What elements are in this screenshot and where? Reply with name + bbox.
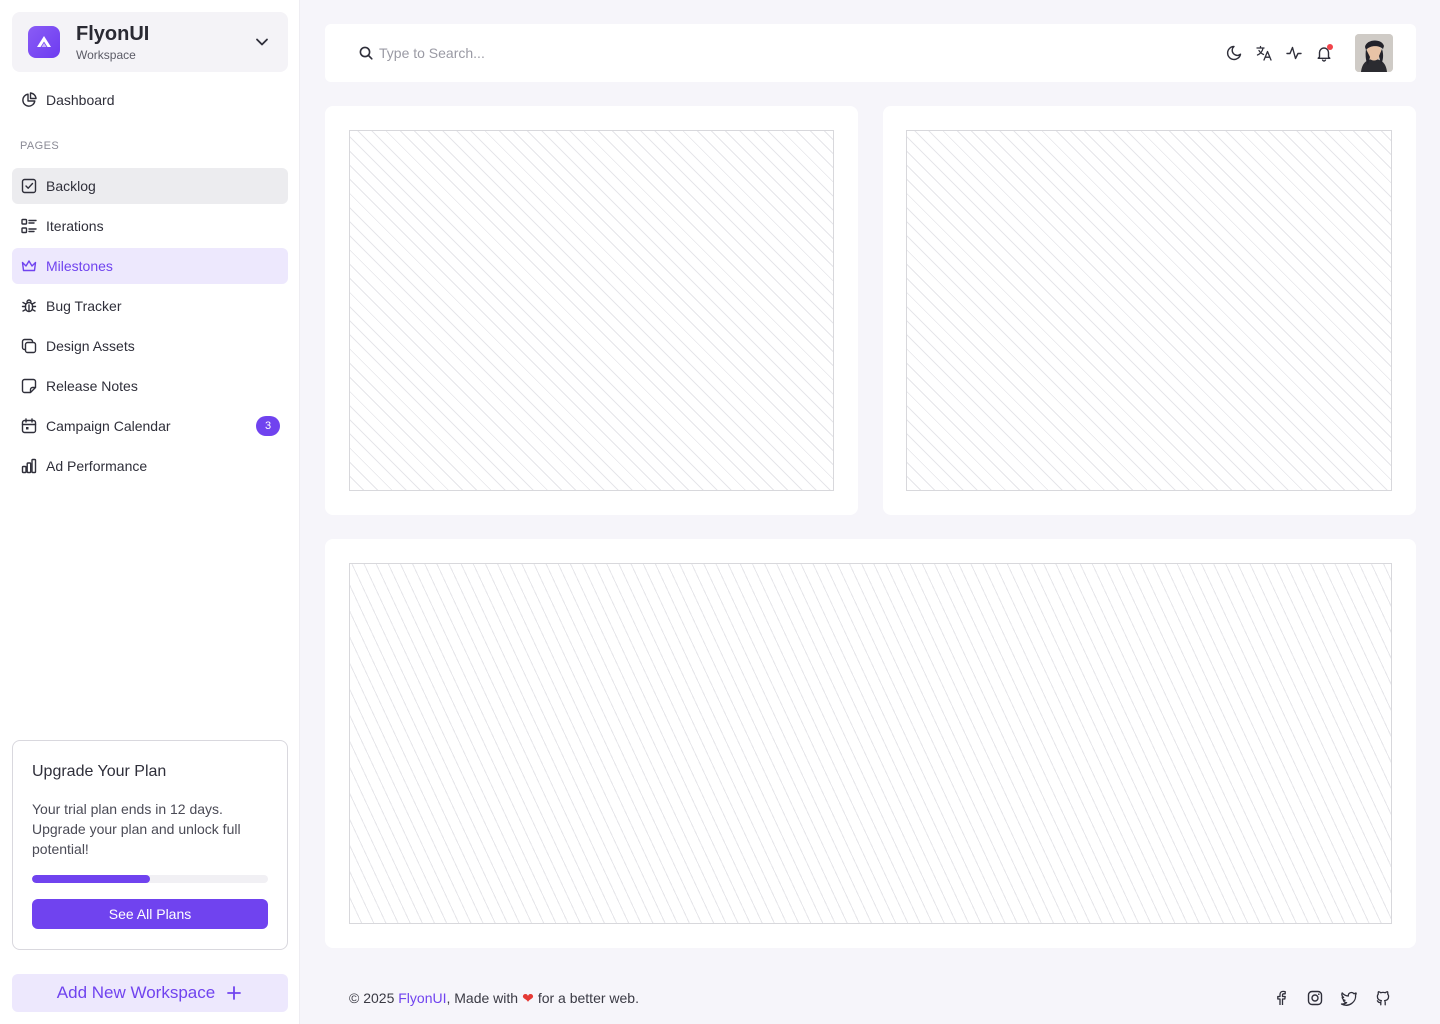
sidebar-item-release-notes[interactable]: Release Notes	[12, 368, 288, 404]
section-label-pages: PAGES	[20, 140, 60, 152]
social-links	[1272, 989, 1392, 1007]
see-all-plans-button[interactable]: See All Plans	[32, 899, 268, 929]
count-badge: 3	[256, 416, 280, 436]
facebook-icon	[1277, 990, 1286, 1005]
crown-icon	[21, 260, 37, 272]
language-button[interactable]	[1249, 38, 1279, 68]
notification-dot	[1327, 44, 1333, 50]
workspace-name: FlyonUI	[76, 22, 150, 45]
content-card-right	[883, 106, 1416, 515]
sidebar-item-bug-tracker[interactable]: Bug Tracker	[12, 288, 288, 324]
upgrade-text: Your trial plan ends in 12 days. Upgrade…	[32, 801, 241, 857]
twitter-link[interactable]	[1340, 989, 1358, 1007]
instagram-link[interactable]	[1306, 989, 1324, 1007]
sidebar-item-campaign-calendar[interactable]: Campaign Calendar 3	[12, 408, 288, 444]
add-new-workspace-button[interactable]: Add New Workspace	[12, 974, 288, 1012]
calendar-icon	[21, 418, 37, 434]
sticker-icon	[21, 378, 37, 394]
copy-icon	[21, 338, 37, 354]
upgrade-title: Upgrade Your Plan	[32, 763, 167, 780]
placeholder-area	[906, 130, 1392, 491]
user-avatar-icon	[1355, 34, 1393, 72]
sidebar-item-label: Iterations	[46, 218, 104, 234]
github-icon	[1376, 991, 1390, 1006]
sidebar: FlyonUI Workspace Dashboard PAGES Backlo…	[0, 0, 300, 1024]
activity-button[interactable]	[1279, 38, 1309, 68]
sidebar-item-label: Dashboard	[46, 92, 115, 108]
instagram-icon	[1307, 990, 1323, 1006]
github-link[interactable]	[1374, 989, 1392, 1007]
brand-link[interactable]: FlyonUI	[398, 990, 446, 1006]
sidebar-item-ad-performance[interactable]: Ad Performance	[12, 448, 288, 484]
heart-icon: ❤	[522, 989, 534, 1006]
list-details-icon	[21, 218, 37, 234]
avatar[interactable]	[1355, 34, 1393, 72]
language-icon	[1256, 45, 1272, 61]
sidebar-item-label: Release Notes	[46, 378, 138, 394]
sidebar-item-label: Milestones	[46, 258, 113, 274]
theme-toggle-button[interactable]	[1219, 38, 1249, 68]
sidebar-item-milestones[interactable]: Milestones	[12, 248, 288, 284]
made-with-text: , Made with	[446, 989, 519, 1006]
sidebar-item-iterations[interactable]: Iterations	[12, 208, 288, 244]
search-icon	[359, 46, 373, 60]
moon-icon	[1226, 45, 1242, 61]
trial-progress-bar	[32, 875, 268, 883]
sidebar-item-label: Design Assets	[46, 338, 135, 354]
content-card-wide	[325, 539, 1416, 948]
sidebar-item-backlog[interactable]: Backlog	[12, 168, 288, 204]
upgrade-card: Upgrade Your Plan Your trial plan ends i…	[12, 740, 288, 950]
placeholder-area	[349, 563, 1392, 924]
chart-bar-icon	[21, 458, 37, 474]
add-workspace-label: Add New Workspace	[56, 983, 216, 1002]
flyonui-logo-icon	[28, 26, 60, 58]
sidebar-item-label: Ad Performance	[46, 458, 148, 474]
twitter-icon	[1340, 991, 1357, 1006]
notifications-button[interactable]	[1309, 38, 1339, 68]
search-input[interactable]	[379, 45, 679, 61]
sidebar-item-label: Bug Tracker	[46, 298, 122, 314]
chevron-down-icon	[256, 38, 268, 46]
trial-progress-fill	[32, 875, 150, 883]
activity-icon	[1286, 46, 1302, 60]
copyright-text: © 2025	[349, 989, 399, 1006]
sidebar-item-dashboard[interactable]: Dashboard	[12, 82, 288, 118]
content-card-left	[325, 106, 858, 515]
chart-pie-icon	[22, 92, 37, 107]
facebook-link[interactable]	[1272, 989, 1290, 1007]
search-box[interactable]	[359, 45, 1219, 61]
checkbox-icon	[21, 178, 37, 194]
sidebar-item-design-assets[interactable]: Design Assets	[12, 328, 288, 364]
top-navbar	[325, 24, 1416, 82]
bug-icon	[21, 299, 37, 313]
footer-tail-text: for a better web.	[537, 989, 639, 1006]
footer-credit: © 2025 FlyonUI, Made with ❤ for a better w…	[349, 990, 1272, 1007]
placeholder-area	[349, 130, 834, 491]
plus-icon	[227, 986, 242, 1000]
sidebar-item-label: Campaign Calendar	[46, 418, 171, 434]
workspace-switcher[interactable]: FlyonUI Workspace	[12, 12, 288, 72]
workspace-subtitle: Workspace	[76, 47, 136, 62]
sidebar-item-label: Backlog	[46, 178, 96, 194]
footer: © 2025 FlyonUI, Made with ❤ for a better w…	[349, 988, 1392, 1008]
